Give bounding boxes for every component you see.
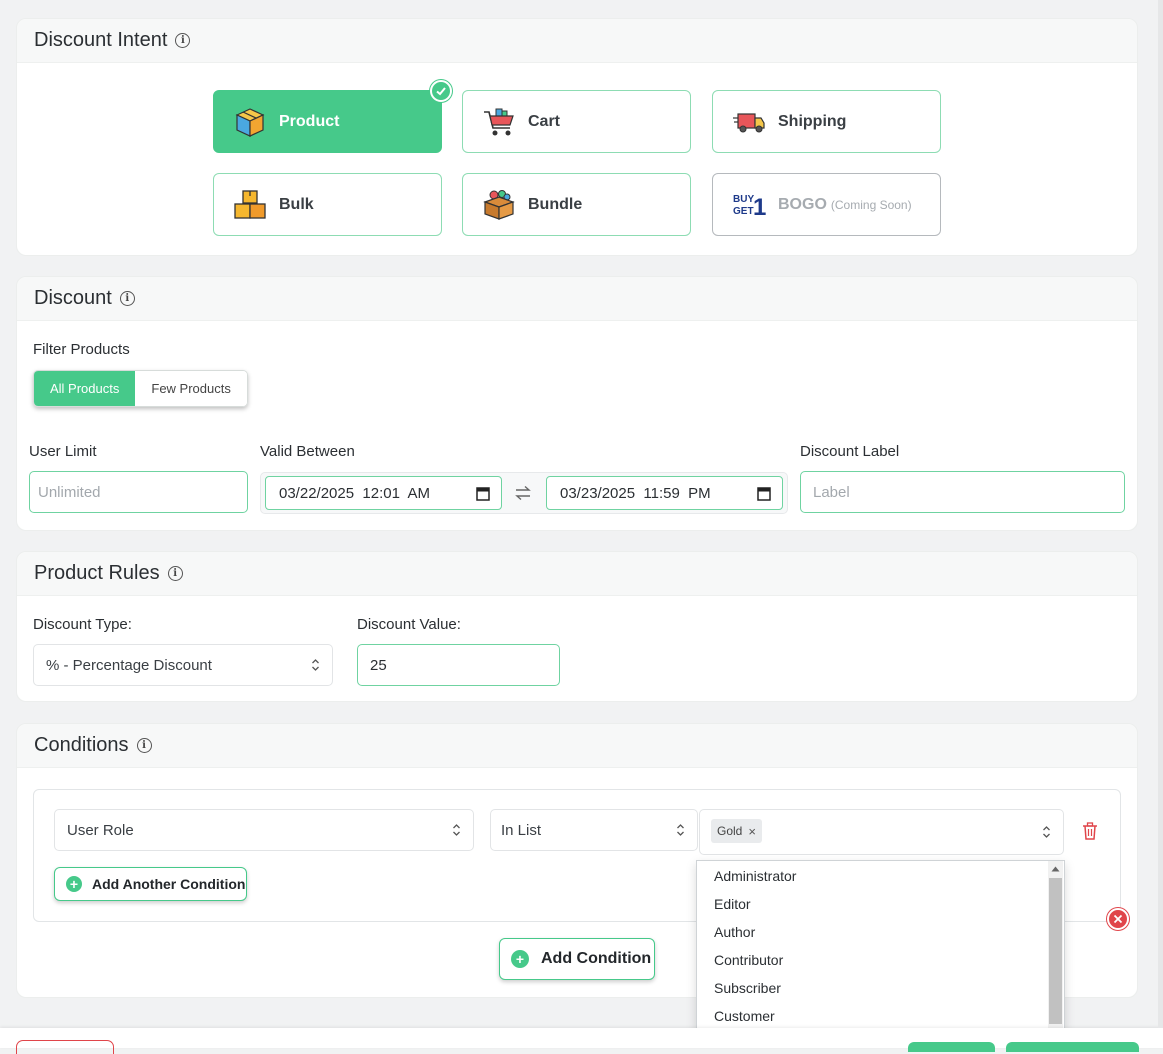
- select-updown-icon: [1043, 826, 1050, 838]
- intent-tile-bogo[interactable]: BUY GET 1 BOGO (Coming Soon): [712, 173, 941, 236]
- plus-icon: +: [511, 950, 529, 968]
- svg-text:BUY: BUY: [733, 194, 754, 205]
- role-options-dropdown: Administrator Editor Author Contributor …: [696, 860, 1065, 1030]
- condition-operator-select[interactable]: In List: [490, 809, 698, 851]
- discount-intent-card: Discount Intent i Product Cart Shipping …: [16, 18, 1138, 256]
- intent-tile-bundle[interactable]: Bundle: [462, 173, 691, 236]
- discount-type-label: Discount Type:: [33, 616, 132, 633]
- condition-field-select[interactable]: User Role: [54, 809, 474, 851]
- discount-value-input[interactable]: 25: [357, 644, 560, 686]
- select-updown-icon: [453, 824, 460, 836]
- intent-label-shipping: Shipping: [778, 112, 847, 130]
- valid-from-date-input[interactable]: 03/22/2025 12:01 AM: [265, 476, 502, 510]
- valid-between-label: Valid Between: [260, 443, 355, 460]
- select-updown-icon: [312, 659, 319, 671]
- discount-type-select[interactable]: % - Percentage Discount: [33, 644, 333, 686]
- coming-soon-note: (Coming Soon): [830, 197, 912, 212]
- intent-tile-product[interactable]: Product: [213, 80, 452, 153]
- option-administrator[interactable]: Administrator: [697, 862, 1064, 890]
- footer-secondary-button[interactable]: [908, 1042, 995, 1052]
- remove-tag-icon[interactable]: ×: [748, 824, 756, 839]
- discount-label-label: Discount Label: [800, 443, 900, 460]
- discount-header: Discount i: [17, 277, 1137, 321]
- footer-cancel-button[interactable]: [16, 1040, 114, 1054]
- discount-intent-header: Discount Intent i: [17, 19, 1137, 63]
- swap-arrows-icon: [515, 485, 531, 501]
- conditions-title: Conditions: [34, 734, 129, 756]
- intent-label-bulk: Bulk: [279, 195, 314, 213]
- option-subscriber[interactable]: Subscriber: [697, 974, 1064, 1002]
- discount-label-input[interactable]: Label: [800, 471, 1125, 513]
- discount-value-label: Discount Value:: [357, 616, 461, 633]
- scroll-up-arrow-icon[interactable]: [1051, 866, 1060, 872]
- info-icon[interactable]: i: [167, 566, 183, 581]
- filter-all-products-button[interactable]: All Products: [34, 371, 136, 406]
- dropdown-scrollbar[interactable]: [1048, 861, 1063, 1029]
- delivery-truck-icon: [733, 112, 765, 132]
- filter-products-label: Filter Products: [33, 341, 130, 358]
- product-box-icon: [235, 107, 265, 137]
- discount-intent-title: Discount Intent: [34, 29, 168, 51]
- option-editor[interactable]: Editor: [697, 890, 1064, 918]
- bundle-box-icon: [483, 189, 515, 220]
- intent-tile-shipping[interactable]: Shipping: [712, 90, 941, 153]
- selected-tag: Gold ×: [711, 819, 762, 843]
- calendar-icon[interactable]: [757, 486, 771, 501]
- info-icon[interactable]: i: [136, 738, 152, 753]
- condition-field-value: User Role: [67, 821, 134, 839]
- discount-intent-body: Product Cart Shipping Bulk Bundle BUY GE…: [17, 63, 1137, 255]
- discount-type-value: % - Percentage Discount: [46, 656, 212, 674]
- valid-to-value: 03/23/2025 11:59 PM: [560, 484, 711, 502]
- add-condition-label: Add Condition: [541, 950, 652, 967]
- intent-label-product: Product: [279, 112, 340, 130]
- intent-tile-bulk[interactable]: Bulk: [213, 173, 442, 236]
- plus-icon: +: [66, 876, 82, 892]
- scrollbar-thumb[interactable]: [1049, 878, 1062, 1024]
- svg-text:1: 1: [753, 194, 766, 221]
- option-contributor[interactable]: Contributor: [697, 946, 1064, 974]
- add-condition-button[interactable]: + Add Condition: [499, 938, 655, 980]
- condition-operator-value: In List: [501, 821, 542, 839]
- calendar-icon[interactable]: [476, 486, 490, 501]
- selected-check-icon: [430, 80, 452, 102]
- select-updown-icon: [677, 824, 684, 836]
- add-another-condition-label: Add Another Condition: [92, 876, 246, 892]
- page-scrollbar[interactable]: [1158, 0, 1163, 1028]
- discount-title: Discount: [34, 287, 112, 309]
- remove-group-icon[interactable]: [1107, 908, 1129, 930]
- bogo-label: BOGO: [778, 195, 827, 213]
- stacked-boxes-icon: [234, 189, 266, 219]
- intent-tile-cart[interactable]: Cart: [462, 90, 691, 153]
- delete-condition-icon[interactable]: [1082, 822, 1098, 840]
- selected-tag-label: Gold: [717, 824, 743, 838]
- valid-to-date-input[interactable]: 03/23/2025 11:59 PM: [546, 476, 783, 510]
- filter-few-products-button[interactable]: Few Products: [135, 371, 247, 406]
- user-limit-input[interactable]: Unlimited: [29, 471, 248, 513]
- intent-label-cart: Cart: [528, 112, 561, 130]
- product-rules-title: Product Rules: [34, 562, 160, 584]
- intent-label-bogo: BOGO (Coming Soon): [778, 196, 912, 214]
- info-icon[interactable]: i: [175, 33, 191, 48]
- condition-values-multiselect[interactable]: Gold ×: [699, 809, 1064, 855]
- filter-products-toggle: All Products Few Products: [33, 370, 248, 407]
- info-icon[interactable]: i: [119, 291, 135, 306]
- shopping-cart-icon: [484, 108, 514, 135]
- intent-label-bundle: Bundle: [528, 195, 583, 213]
- add-another-condition-button[interactable]: + Add Another Condition: [54, 867, 247, 901]
- option-author[interactable]: Author: [697, 918, 1064, 946]
- product-rules-header: Product Rules i: [17, 552, 1137, 596]
- footer-primary-button[interactable]: [1006, 1042, 1139, 1052]
- option-customer[interactable]: Customer: [697, 1002, 1064, 1029]
- footer-bar: [0, 1028, 1163, 1054]
- conditions-header: Conditions i: [17, 724, 1137, 768]
- user-limit-label: User Limit: [29, 443, 97, 460]
- valid-from-value: 03/22/2025 12:01 AM: [279, 484, 430, 502]
- buy1-get1-icon: BUY GET 1: [733, 194, 766, 221]
- svg-text:GET: GET: [733, 206, 754, 217]
